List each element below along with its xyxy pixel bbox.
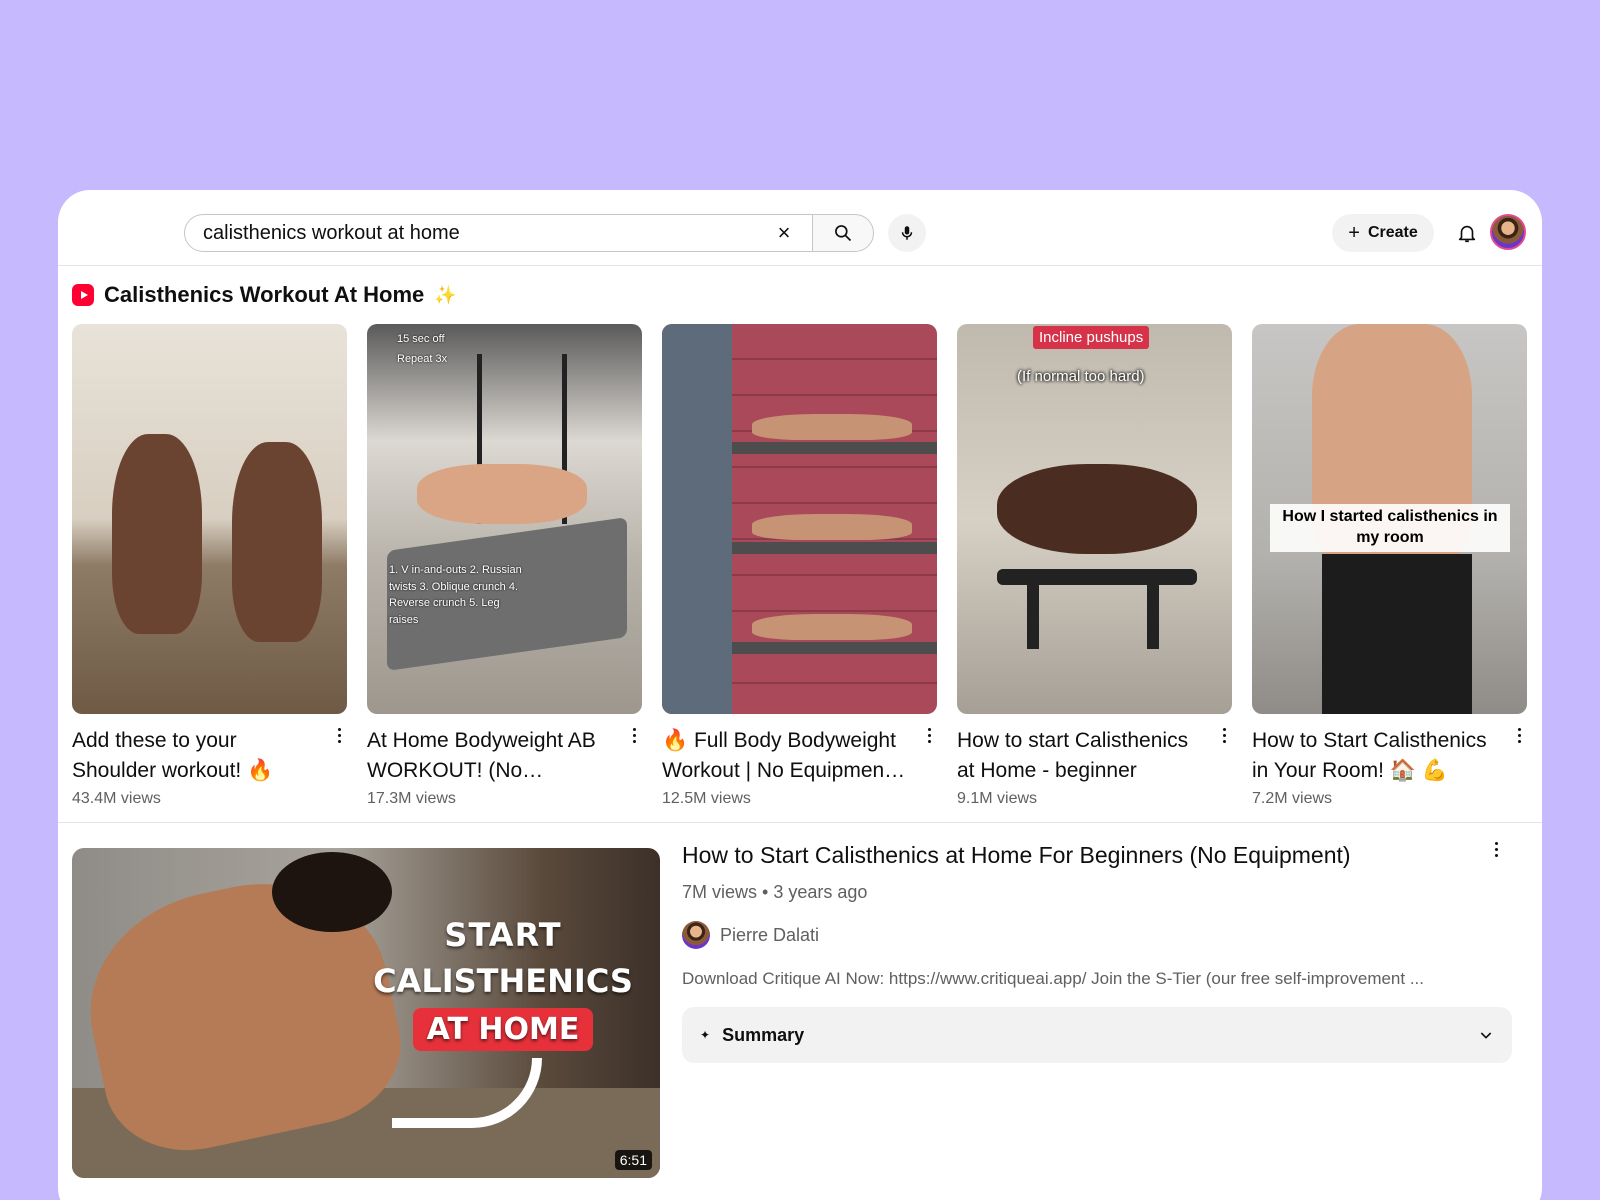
video-meta: 7M views • 3 years ago: [682, 882, 868, 902]
top-bar: × + Create: [58, 190, 1542, 266]
short-thumbnail[interactable]: Incline pushups (If normal too hard): [957, 324, 1232, 714]
duration-badge: 6:51: [614, 1150, 652, 1170]
short-card[interactable]: How I started calisthenics in my room Ho…: [1252, 324, 1527, 808]
sparkles-emoji: ✨: [434, 284, 457, 305]
search-input[interactable]: [185, 215, 764, 251]
thumbnail-line-3: AT HOME: [412, 1008, 594, 1051]
create-button[interactable]: + Create: [1332, 214, 1434, 252]
short-title[interactable]: At Home Bodyweight AB WORKOUT! (No…: [367, 726, 617, 786]
thumbnail-figure: [232, 442, 322, 642]
bell-icon: [1458, 225, 1476, 243]
youtube-window: × + Create Calisthenics Workout At Home ✨…: [58, 190, 1542, 1200]
thumbnail-caption-red: Incline pushups: [1033, 326, 1150, 349]
short-thumbnail[interactable]: 15 sec off Repeat 3x 1. V in-and-outs 2.…: [367, 324, 642, 714]
short-views: 7.2M views: [1252, 790, 1333, 807]
clear-search-icon[interactable]: ×: [764, 215, 804, 251]
shorts-header: Calisthenics Workout At Home ✨: [72, 282, 457, 308]
short-title[interactable]: Add these to your Shoulder workout! 🔥: [72, 726, 322, 786]
short-views: 17.3M views: [367, 790, 456, 807]
video-description: Download Critique AI Now: https://www.cr…: [682, 969, 1425, 988]
more-options-icon[interactable]: [1216, 724, 1232, 746]
thumbnail-side-panel: [662, 324, 732, 714]
more-options-icon[interactable]: [331, 724, 347, 746]
summary-toggle[interactable]: ✦ Summary: [682, 1007, 1512, 1063]
notifications-button[interactable]: [1452, 218, 1482, 248]
short-thumbnail[interactable]: [662, 324, 937, 714]
thumbnail-line-1: START: [444, 916, 562, 954]
more-options-icon[interactable]: [1511, 724, 1527, 746]
short-thumbnail[interactable]: How I started calisthenics in my room: [1252, 324, 1527, 714]
search-box: ×: [184, 214, 812, 252]
short-title[interactable]: 🔥 Full Body Bodyweight Workout | No Equi…: [662, 726, 912, 786]
more-options-icon[interactable]: [626, 724, 642, 746]
short-card[interactable]: 15 sec off Repeat 3x 1. V in-and-outs 2.…: [367, 324, 642, 808]
short-views: 9.1M views: [957, 790, 1038, 807]
short-card[interactable]: Add these to your Shoulder workout! 🔥 43…: [72, 324, 347, 808]
short-views: 12.5M views: [662, 790, 751, 807]
video-thumbnail[interactable]: START CALISTHENICS AT HOME 6:51: [72, 848, 660, 1178]
sparkle-icon: ✦: [700, 1028, 711, 1042]
search-icon: [835, 225, 852, 242]
thumbnail-floor: [732, 642, 937, 654]
thumbnail-floor: [732, 542, 937, 554]
video-info: How to Start Calisthenics at Home For Be…: [682, 840, 1512, 1063]
short-views: 43.4M views: [72, 790, 161, 807]
short-thumbnail[interactable]: [72, 324, 347, 714]
thumbnail-figure: [112, 434, 202, 634]
channel-link[interactable]: Pierre Dalati: [682, 921, 1512, 949]
plus-icon: +: [1348, 222, 1360, 244]
short-title[interactable]: How to start Calisthenics at Home - begi…: [957, 726, 1207, 786]
more-options-icon[interactable]: [921, 724, 937, 746]
search-button[interactable]: [812, 214, 874, 252]
create-label: Create: [1367, 224, 1418, 241]
thumbnail-caption-list: 1. V in-and-outs 2. Russian twists 3. Ob…: [389, 564, 522, 626]
thumbnail-line-2: CALISTHENICS: [373, 962, 633, 1000]
thumbnail-figure: [752, 614, 912, 640]
voice-search-button[interactable]: [888, 214, 926, 252]
chevron-down-icon: [1480, 1032, 1492, 1039]
thumbnail-figure: [752, 414, 912, 440]
short-card[interactable]: 🔥 Full Body Bodyweight Workout | No Equi…: [662, 324, 937, 808]
thumbnail-figure: [997, 464, 1197, 554]
thumbnail-floor: [732, 442, 937, 454]
section-divider: [58, 822, 1542, 823]
thumbnail-caption-white: (If normal too hard): [1017, 368, 1145, 385]
shorts-title: Calisthenics Workout At Home: [104, 282, 425, 307]
parallette-leg: [1027, 579, 1039, 649]
thumbnail-headline: START CALISTHENICS AT HOME: [358, 916, 648, 1051]
account-avatar[interactable]: [1490, 214, 1526, 250]
thumbnail-pants: [1322, 554, 1472, 714]
thumbnail-figure: [752, 514, 912, 540]
short-card[interactable]: Incline pushups (If normal too hard) How…: [957, 324, 1232, 808]
video-more-options-icon[interactable]: [1488, 838, 1504, 860]
summary-label: Summary: [722, 1024, 805, 1045]
thumbnail-caption-top: 15 sec off Repeat 3x: [397, 333, 448, 365]
thumbnail-figure: [417, 464, 587, 524]
parallette-leg: [1147, 579, 1159, 649]
shorts-logo-icon: [72, 284, 94, 306]
channel-avatar[interactable]: [682, 921, 710, 949]
short-title[interactable]: How to Start Calisthenics in Your Room! …: [1252, 726, 1502, 786]
microphone-icon: [901, 226, 913, 240]
thumbnail-caption-box: How I started calisthenics in my room: [1270, 504, 1510, 552]
channel-name[interactable]: Pierre Dalati: [720, 925, 819, 946]
shorts-shelf: Add these to your Shoulder workout! 🔥 43…: [72, 324, 1527, 808]
video-title[interactable]: How to Start Calisthenics at Home For Be…: [682, 840, 1512, 870]
